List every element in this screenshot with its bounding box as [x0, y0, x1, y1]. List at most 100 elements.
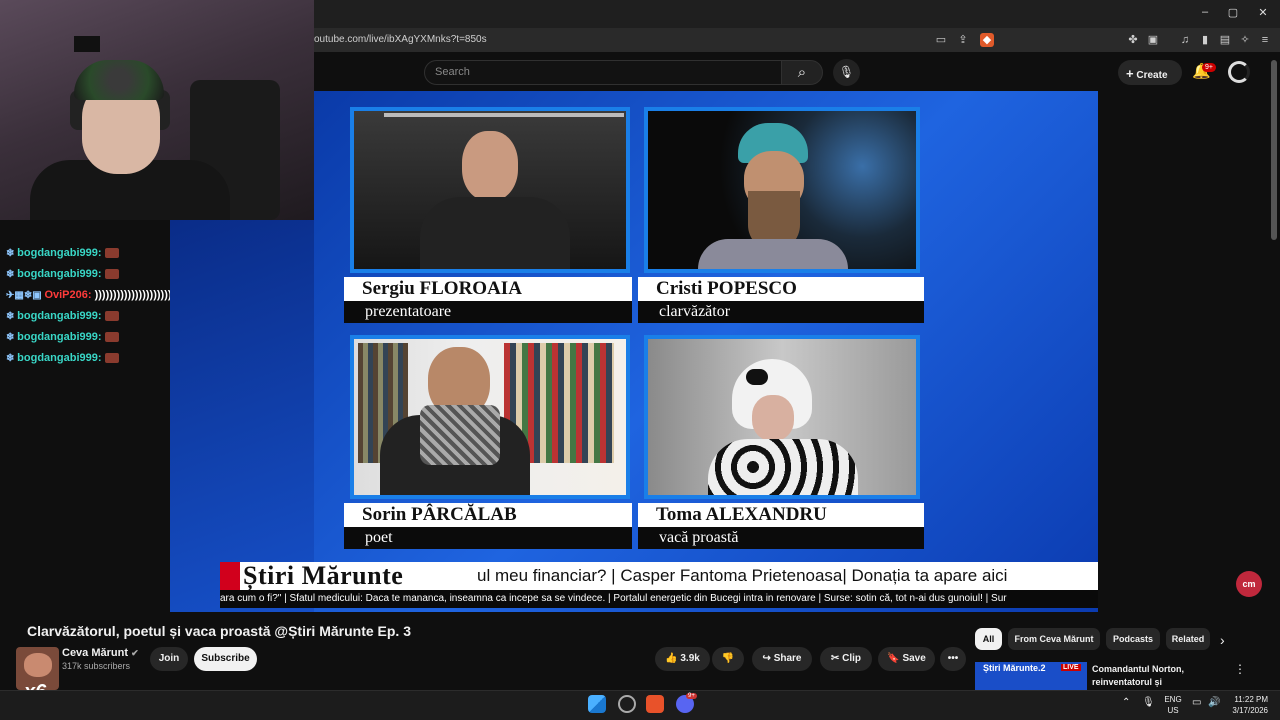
search-icon[interactable]: ⌕ — [781, 60, 823, 85]
avatar-face — [24, 653, 52, 677]
chip-all[interactable]: All — [975, 628, 1002, 650]
wallet-icon[interactable]: ▤ — [1218, 33, 1232, 47]
chip-from-channel[interactable]: From Ceva Mărunt — [1008, 628, 1100, 650]
join-button[interactable]: Join — [150, 647, 188, 671]
chat-badges-icon: ✈▦❄▣ — [6, 290, 45, 301]
panel-sorin-video — [350, 335, 630, 499]
tab-icon[interactable]: ▣ — [1146, 33, 1160, 47]
save-button[interactable]: 🔖 Save — [878, 647, 935, 671]
chat-badge-icon: ❄ — [6, 269, 18, 280]
dislike-button[interactable]: 👎 — [712, 647, 744, 671]
panel-role: prezentatoare — [344, 301, 632, 323]
more-actions-button[interactable]: ••• — [940, 647, 966, 671]
cow-spot — [746, 369, 768, 385]
maximize-button[interactable]: ▢ — [1226, 6, 1240, 19]
extensions-icon[interactable]: ✤ — [1126, 33, 1140, 47]
minimize-button[interactable]: – — [1198, 6, 1212, 18]
account-avatar[interactable] — [1228, 61, 1250, 83]
microphone-icon[interactable]: 🎙 — [833, 59, 860, 86]
ai-icon[interactable]: ✧ — [1238, 33, 1252, 47]
recommended-thumbnail[interactable]: Știri Mărunte.2 LIVE — [975, 662, 1087, 690]
music-icon[interactable]: ♫ — [1178, 33, 1192, 47]
input-language[interactable]: ENG US — [1164, 694, 1182, 716]
page-scrollbar[interactable] — [1271, 60, 1277, 240]
screen: – ▢ ✕ outube.com/live/ibXAgYXMnks?t=850s… — [0, 0, 1280, 720]
brave-shield-icon[interactable]: ◆ — [980, 33, 994, 47]
chip-podcasts[interactable]: Podcasts — [1106, 628, 1160, 650]
chat-message: ❄ bogdangabi999: — [6, 268, 119, 280]
chat-username: bogdangabi999: — [17, 310, 102, 322]
chat-badge-icon: ❄ — [6, 332, 18, 343]
mic-tray-icon[interactable]: 🎙 — [1142, 697, 1155, 708]
brave-icon[interactable] — [646, 695, 664, 713]
create-button[interactable]: + Create — [1118, 60, 1182, 85]
verified-icon: ✔ — [131, 648, 139, 658]
windows-start-icon[interactable] — [588, 695, 606, 713]
webcam-cap — [74, 60, 164, 100]
chat-username: bogdangabi999: — [17, 331, 102, 343]
clip-button[interactable]: ✂ Clip — [820, 647, 872, 671]
chat-badge-icon: ❄ — [6, 311, 18, 322]
notifications-badge: 9+ — [1202, 63, 1216, 72]
chat-message: ❄ bogdangabi999: — [6, 331, 119, 343]
like-count: 3.9k — [680, 653, 700, 664]
chat-badge-icon: ❄ — [6, 248, 18, 259]
menu-icon[interactable]: ≡ — [1258, 33, 1272, 47]
display-icon[interactable]: ▭ — [1192, 697, 1201, 708]
pip-icon[interactable]: ▭ — [934, 33, 948, 47]
scarf — [420, 405, 500, 465]
share-icon: ↪ — [762, 653, 774, 664]
thumbs-down-icon: 👎 — [721, 653, 735, 664]
layout-code: US — [1167, 706, 1179, 715]
clock-time: 11:22 PM — [1234, 695, 1268, 704]
obs-icon[interactable] — [618, 695, 636, 713]
chat-username: OviP206: — [44, 289, 92, 301]
create-label: Create — [1136, 70, 1168, 81]
clairvoyant-body — [698, 239, 848, 269]
like-button[interactable]: 👍 3.9k — [655, 647, 710, 671]
chat-username: bogdangabi999: — [17, 247, 102, 259]
channel-name[interactable]: Ceva Mărunt ✔ — [62, 647, 139, 659]
share-button[interactable]: ↪ Share — [752, 647, 812, 671]
chat-username: bogdangabi999: — [17, 268, 102, 280]
panel-cristi-video — [644, 107, 920, 273]
panel-role: poet — [344, 527, 632, 549]
panel-role: vacă proastă — [638, 527, 924, 549]
system-clock[interactable]: 11:22 PM 3/17/2026 — [1222, 694, 1268, 716]
chevron-right-icon[interactable]: › — [1220, 632, 1225, 648]
subscriber-count: 317k subscribers — [62, 661, 131, 671]
cm-badge-icon[interactable]: cm — [1236, 571, 1262, 597]
rec-thumb-text: Știri Mărunte.2 — [983, 663, 1046, 673]
ticker-secondary-text: ara cum o fi?" | Sfatul medicului: Daca … — [220, 593, 1007, 604]
panel-role: clarvăzător — [638, 301, 924, 323]
close-button[interactable]: ✕ — [1256, 6, 1270, 19]
streamer-webcam — [0, 0, 314, 220]
tray-chevron-icon[interactable]: ⌃ — [1122, 697, 1130, 708]
cow-person-face — [752, 395, 794, 441]
clip-label: Clip — [842, 653, 862, 664]
emote-icon — [104, 248, 119, 259]
share-page-icon[interactable]: ⇪ — [956, 33, 970, 47]
chip-related[interactable]: Related — [1166, 628, 1210, 650]
ticker-red-block — [220, 562, 240, 590]
chat-badge-icon: ❄ — [6, 353, 18, 364]
url-text[interactable]: outube.com/live/ibXAgYXMnks?t=850s — [314, 34, 487, 45]
presenter-face — [462, 131, 518, 201]
live-badge: LIVE — [1061, 664, 1081, 671]
chat-message: ✈▦❄▣ OviP206: )))))))))))))))))))))))))) — [6, 289, 190, 301]
video-player[interactable]: Sergiu FLOROAIA prezentatoare Cristi POP… — [314, 91, 1098, 612]
cow-costume — [708, 439, 858, 495]
emote-icon — [104, 311, 119, 322]
ticker-main-text: ul meu financiar? | Casper Fantoma Priet… — [477, 566, 1008, 585]
panel-name: Sorin PÂRCĂLAB — [344, 503, 632, 527]
volume-icon[interactable]: 🔊 — [1208, 697, 1220, 708]
wall-object — [74, 36, 100, 52]
sidebar-icon[interactable]: ▮ — [1198, 33, 1212, 47]
windows-taskbar — [0, 690, 1280, 720]
search-input[interactable]: Search — [424, 60, 782, 85]
video-left-extension — [170, 220, 314, 612]
panel-toma-video — [644, 335, 920, 499]
subscribe-button[interactable]: Subscribe — [194, 647, 257, 671]
kebab-menu-icon[interactable]: ⋮ — [1234, 662, 1246, 676]
language-code: ENG — [1164, 695, 1182, 704]
